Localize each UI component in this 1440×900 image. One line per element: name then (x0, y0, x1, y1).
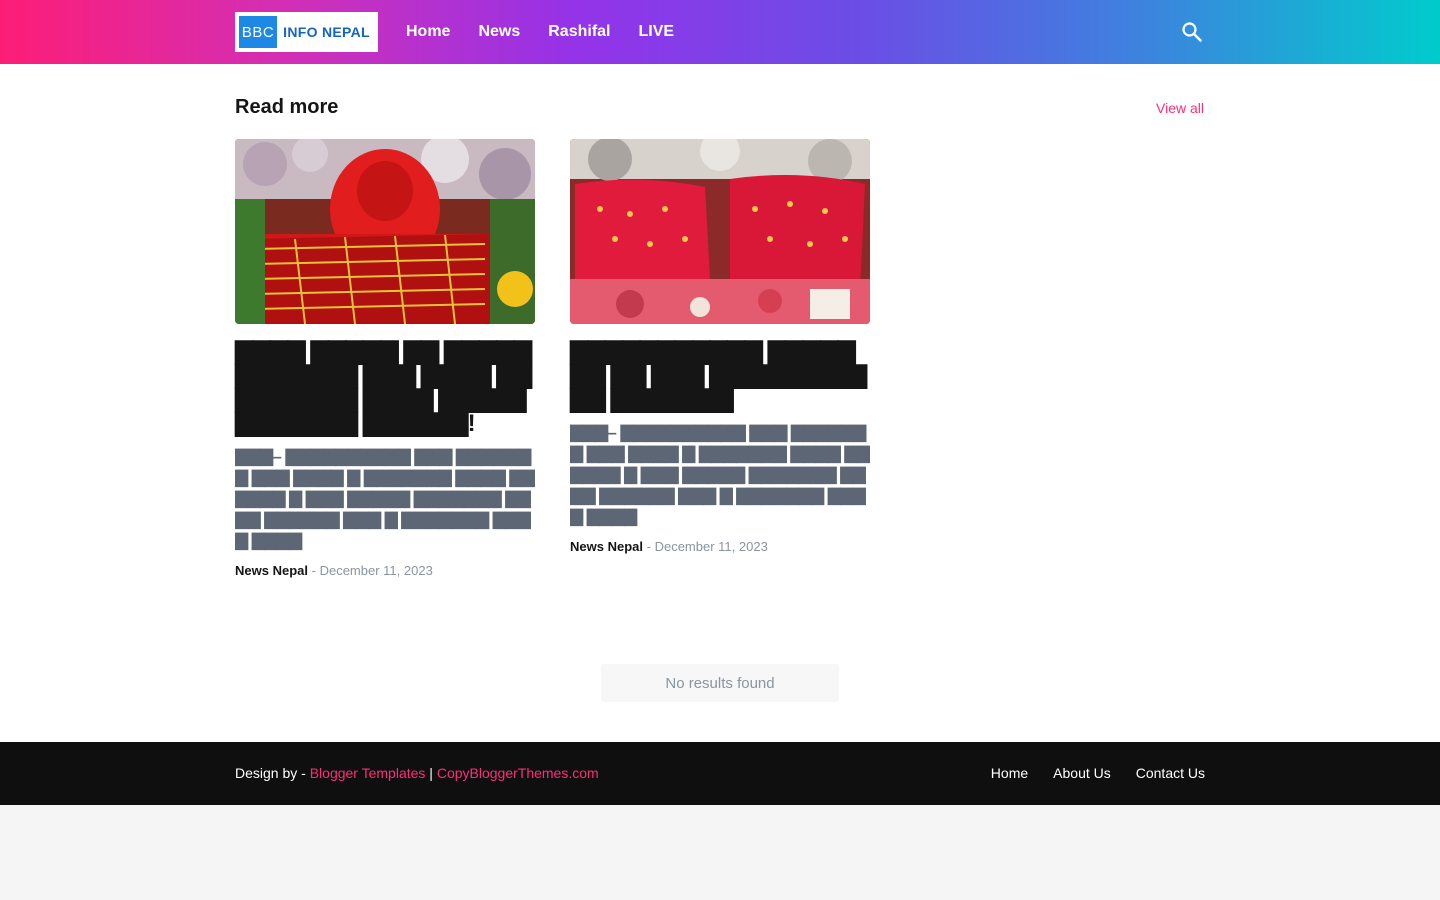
no-results-message: No results found (601, 664, 839, 702)
post-card: ▇▇▇▇ ▇▇▇▇▇ ▇▇ ▇▇▇▇▇▇▇▇▇▇▇▇ ▇▇▇ ▇▇▇▇ ▇▇▇▇… (235, 139, 535, 578)
post-meta: News Nepal - December 11, 2023 (570, 539, 870, 554)
main-nav: Home News Rashifal LIVE (406, 0, 702, 64)
post-title[interactable]: ▇▇▇▇▇▇▇▇▇▇▇ ▇▇▇▇▇▇▇ ▇▇ ▇▇▇ ▇▇▇▇▇▇▇▇▇▇▇ ▇… (570, 340, 870, 412)
logo-box: BBC INFO NEPAL (239, 16, 374, 48)
view-all-link[interactable]: View all (1156, 100, 1204, 116)
post-thumbnail[interactable] (570, 139, 870, 324)
design-by-label: Design by - (235, 765, 306, 781)
nav-live-link[interactable]: LIVE (639, 23, 675, 41)
footer-nav: Home About Us Contact Us (966, 765, 1205, 781)
post-thumbnail[interactable] (235, 139, 535, 324)
nav-rashifal-link[interactable]: Rashifal (548, 23, 610, 41)
footer-about-link[interactable]: About Us (1053, 765, 1111, 781)
section-title: Read more (235, 96, 339, 118)
meta-separator: - (646, 539, 651, 554)
site-footer: Design by - Blogger Templates | CopyBlog… (0, 742, 1440, 805)
search-icon[interactable] (1180, 20, 1204, 44)
credit-divider: | (429, 765, 433, 781)
post-title[interactable]: ▇▇▇▇ ▇▇▇▇▇ ▇▇ ▇▇▇▇▇▇▇▇▇▇▇▇ ▇▇▇ ▇▇▇▇ ▇▇▇▇… (235, 340, 535, 436)
post-snippet: ▇▇▇– ▇▇▇▇▇▇▇▇▇▇ ▇▇▇ ▇▇▇▇▇▇▇ ▇▇▇ ▇▇▇▇ ▇ ▇… (570, 423, 870, 526)
post-card: ▇▇▇▇▇▇▇▇▇▇▇ ▇▇▇▇▇▇▇ ▇▇ ▇▇▇ ▇▇▇▇▇▇▇▇▇▇▇ ▇… (570, 139, 870, 554)
post-date: December 11, 2023 (319, 563, 433, 578)
meta-separator: - (311, 563, 316, 578)
post-author[interactable]: News Nepal (570, 539, 643, 554)
post-date: December 11, 2023 (654, 539, 768, 554)
blogger-templates-link[interactable]: Blogger Templates (310, 765, 426, 781)
footer-contact-link[interactable]: Contact Us (1136, 765, 1205, 781)
footer-credit: Design by - Blogger Templates | CopyBlog… (235, 765, 599, 781)
site-logo[interactable]: BBC INFO NEPAL (235, 12, 378, 52)
post-author[interactable]: News Nepal (235, 563, 308, 578)
post-meta: News Nepal - December 11, 2023 (235, 563, 535, 578)
logo-main-text: INFO NEPAL (279, 16, 374, 48)
main-content: Read more View all ▇▇▇▇ ▇▇▇▇▇ ▇▇ ▇▇▇▇▇▇▇… (0, 64, 1440, 742)
site-header: BBC INFO NEPAL Home News Rashifal LIVE (0, 0, 1440, 64)
post-snippet: ▇▇▇– ▇▇▇▇▇▇▇▇▇▇ ▇▇▇ ▇▇▇▇▇▇▇ ▇▇▇ ▇▇▇▇ ▇ ▇… (235, 447, 535, 550)
nav-news-link[interactable]: News (478, 23, 520, 41)
copybloggerthemes-link[interactable]: CopyBloggerThemes.com (437, 765, 599, 781)
nav-home-link[interactable]: Home (406, 23, 450, 41)
logo-bbc-text: BBC (239, 16, 279, 48)
footer-home-link[interactable]: Home (991, 765, 1028, 781)
